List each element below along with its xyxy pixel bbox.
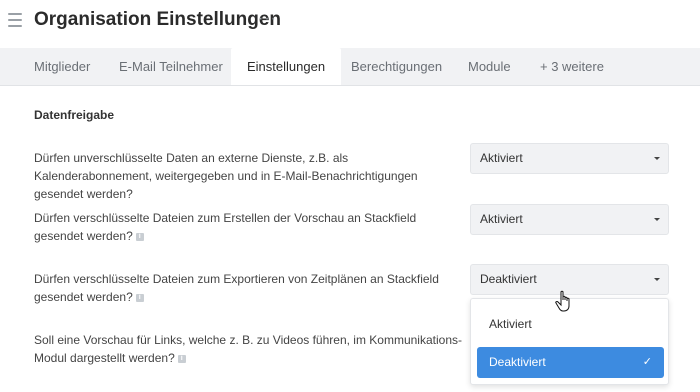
- tab-mitglieder[interactable]: Mitglieder: [18, 48, 106, 85]
- caret-down-icon: [654, 157, 660, 160]
- setting-select[interactable]: Aktiviert: [470, 143, 669, 174]
- setting-question: Dürfen verschlüsselte Dateien zum Erstel…: [34, 209, 464, 245]
- info-icon[interactable]: i: [135, 293, 144, 302]
- hand-cursor-icon: [555, 290, 570, 312]
- option-deaktiviert[interactable]: Deaktiviert ✓: [477, 347, 664, 378]
- tab-more[interactable]: + 3 weitere: [524, 48, 620, 85]
- option-label: Deaktiviert: [489, 355, 546, 369]
- check-icon: ✓: [642, 356, 652, 368]
- caret-down-icon: [654, 218, 660, 221]
- info-icon[interactable]: i: [135, 232, 144, 241]
- setting-question-text: Dürfen verschlüsselte Dateien zum Export…: [34, 272, 439, 304]
- tab-email-teilnehmer[interactable]: E-Mail Teilnehmer: [103, 48, 239, 85]
- menu-icon[interactable]: [8, 13, 22, 27]
- setting-question-text: Dürfen verschlüsselte Dateien zum Erstel…: [34, 211, 417, 243]
- option-label: Aktiviert: [489, 317, 532, 331]
- setting-question-text: Soll eine Vorschau für Links, welche z. …: [34, 333, 462, 365]
- tab-berechtigungen[interactable]: Berechtigungen: [335, 48, 458, 85]
- more-options-icon[interactable]: ···: [258, 10, 277, 28]
- setting-question: Soll eine Vorschau für Links, welche z. …: [34, 331, 464, 367]
- setting-question-text: Dürfen unverschlüsselte Daten an externe…: [34, 151, 418, 201]
- setting-question: Dürfen verschlüsselte Dateien zum Export…: [34, 270, 464, 306]
- tab-module[interactable]: Module: [452, 48, 527, 85]
- setting-select[interactable]: Aktiviert: [470, 204, 669, 235]
- setting-question: Dürfen unverschlüsselte Daten an externe…: [34, 149, 464, 203]
- section-title: Datenfreigabe: [34, 108, 115, 122]
- info-icon[interactable]: i: [177, 354, 186, 363]
- tab-einstellungen[interactable]: Einstellungen: [231, 48, 342, 85]
- select-value: Aktiviert: [480, 212, 523, 226]
- app-header: Organisation Einstellungen ···: [0, 0, 700, 48]
- select-value: Aktiviert: [480, 151, 523, 165]
- page-title: Organisation Einstellungen: [34, 9, 282, 30]
- select-value: Deaktiviert: [480, 272, 537, 286]
- tab-bar: Mitglieder E-Mail Teilnehmer Einstellung…: [0, 48, 700, 86]
- caret-down-icon: [654, 278, 660, 281]
